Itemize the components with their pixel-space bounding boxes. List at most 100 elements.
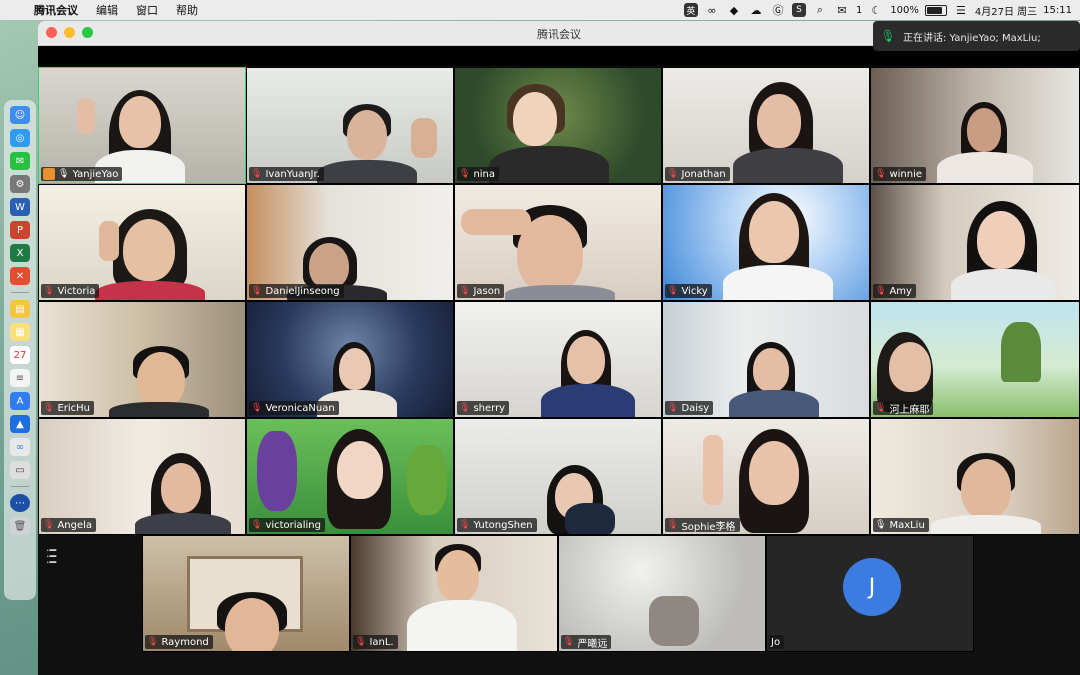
participant-name: MaxLiu — [889, 519, 925, 531]
video-tile[interactable]: 🎙 VeronicaNuan — [246, 301, 454, 418]
participant-name: YutongShen — [473, 519, 533, 531]
participant-label: 🎙 VeronicaNuan — [249, 401, 339, 415]
participant-label: 🎙 IvanYuanJr. — [249, 167, 324, 181]
video-tile[interactable]: 🎙 DanielJinseong — [246, 184, 454, 301]
moon-icon[interactable]: ☾ — [868, 2, 884, 18]
menu-app-name[interactable]: 腾讯会议 — [30, 2, 87, 18]
calendar-icon[interactable]: 27 — [10, 346, 30, 364]
arrow-app-icon[interactable]: ◆ — [726, 2, 742, 18]
meeting-window: 腾讯会议 ·━ ·━ ·━ 🎙 YanjieYao 🎙 IvanYuanJr. 🎙 nin… — [38, 21, 1080, 675]
s-app-icon[interactable]: S — [791, 3, 806, 17]
powerpoint-icon[interactable]: P — [10, 221, 30, 239]
participant-name: winnie — [889, 168, 923, 180]
video-tile[interactable]: 🎙 IanL. — [350, 535, 558, 652]
menu-date[interactable]: 4月27日 周三 — [975, 3, 1037, 18]
video-tile[interactable]: 🎙 victorialing — [246, 418, 454, 535]
participant-name: victorialing — [265, 519, 321, 531]
downloads-icon[interactable]: ⋯ — [10, 494, 30, 512]
video-tile[interactable]: 🎙 Angela — [38, 418, 246, 535]
participant-label: 🎙 IanL. — [353, 635, 398, 649]
safari-icon[interactable]: ◎ — [10, 129, 30, 147]
menu-time[interactable]: 15:11 — [1043, 5, 1072, 16]
input-method-icon[interactable]: 英 — [683, 3, 698, 17]
gallery-menu-icon[interactable]: ·━ ·━ ·━ — [46, 545, 56, 568]
video-tile[interactable]: 🎙 YanjieYao — [38, 67, 246, 184]
grammarly-icon[interactable]: Ⓖ — [770, 2, 786, 18]
translate-icon[interactable]: A — [10, 392, 30, 410]
participant-label: 🎙 Angela — [41, 518, 97, 532]
control-center-icon[interactable]: ☰ — [953, 2, 969, 18]
video-tile[interactable]: 🎙 YutongShen — [454, 418, 662, 535]
mic-icon: 🎙 — [880, 29, 896, 43]
video-tile[interactable]: 🎙 Jonathan — [662, 67, 870, 184]
mic-muted-icon: 🎙 — [459, 520, 471, 530]
participant-label: 🎙 河上麻耶 — [873, 401, 934, 416]
xmind-icon[interactable]: ✕ — [10, 267, 30, 285]
dock-separator-2 — [11, 486, 29, 487]
video-tile[interactable]: 🎙 Amy — [870, 184, 1080, 301]
reminders-icon[interactable]: ≡ — [10, 369, 30, 387]
host-icon — [43, 168, 55, 180]
video-tile[interactable]: 🎙 EricHu — [38, 301, 246, 418]
video-tile[interactable]: 🎙 河上麻耶 — [870, 301, 1080, 418]
participant-name: sherry — [473, 402, 506, 414]
wechat-count: 1 — [855, 4, 863, 16]
video-tile[interactable]: 🎙 MaxLiu — [870, 418, 1080, 535]
baidu-netdisk-icon[interactable]: ∞ — [10, 438, 30, 456]
tencent-meeting-icon[interactable]: ▲ — [10, 415, 30, 433]
participant-name: Jo — [771, 636, 781, 648]
speaking-text: 正在讲话: YanjieYao; MaxLiu; — [903, 32, 1041, 44]
participant-name: nina — [473, 168, 496, 180]
video-tile[interactable]: 🎙 Jason — [454, 184, 662, 301]
video-tile[interactable]: 🎙 Vicky — [662, 184, 870, 301]
participant-name: 严曦远 — [577, 638, 608, 650]
mic-muted-icon: 🎙 — [355, 637, 367, 647]
wechat-icon[interactable]: ✉ — [834, 2, 850, 18]
participant-label: 🎙 Jonathan — [665, 167, 730, 181]
speaking-indicator: 🎙 正在讲话: YanjieYao; MaxLiu; — [873, 21, 1080, 51]
excel-icon[interactable]: X — [10, 244, 30, 262]
video-tile[interactable]: 🎙 Victoria — [38, 184, 246, 301]
stickies-icon[interactable]: ▦ — [10, 323, 30, 341]
status-area: 英 ∞ ◆ ☁ Ⓖ S ⌕ ✉ 1 ☾ 100% ☰ 4月27日 周三 15:1… — [683, 0, 1072, 20]
settings-icon[interactable]: ⚙ — [10, 175, 30, 193]
participant-label: 🎙 sherry — [457, 401, 510, 415]
notes-icon[interactable]: ▤ — [10, 300, 30, 318]
finder-icon[interactable]: ☺ — [10, 106, 30, 124]
participant-name: Daisy — [681, 402, 710, 414]
trash-icon[interactable]: 🗑 — [10, 517, 30, 535]
participant-label: 🎙 严曦远 — [561, 635, 612, 650]
video-tile[interactable]: J Jo — [766, 535, 974, 652]
participant-name: Raymond — [161, 636, 209, 648]
mic-muted-icon: 🎙 — [563, 637, 575, 647]
mic-on-icon: 🎙 — [58, 169, 70, 179]
menu-help[interactable]: 帮助 — [167, 2, 207, 18]
participant-label: 🎙 Raymond — [145, 635, 213, 649]
video-tile[interactable]: 🎙 Raymond — [142, 535, 350, 652]
mic-muted-icon: 🎙 — [459, 169, 471, 179]
video-tile[interactable]: 🎙 Sophie李格 — [662, 418, 870, 535]
wechat-dock-icon[interactable]: ✉ — [10, 152, 30, 170]
search-icon[interactable]: ⌕ — [812, 2, 828, 18]
menu-edit[interactable]: 编辑 — [87, 2, 127, 18]
video-tile[interactable]: 🎙 winnie — [870, 67, 1080, 184]
participant-name: Sophie李格 — [681, 521, 736, 533]
mic-muted-icon: 🎙 — [43, 520, 55, 530]
word-icon[interactable]: W — [10, 198, 30, 216]
mic-muted-icon: 🎙 — [251, 169, 263, 179]
preview-icon[interactable]: ▭ — [10, 461, 30, 479]
participant-avatar: J — [843, 558, 901, 616]
battery-icon[interactable] — [924, 4, 947, 16]
battery-percent: 100% — [890, 4, 919, 16]
mic-muted-icon: 🎙 — [43, 286, 55, 296]
participant-label: 🎙 YanjieYao — [41, 167, 123, 181]
video-tile[interactable]: 🎙 sherry — [454, 301, 662, 418]
participant-name: DanielJinseong — [265, 285, 340, 297]
video-tile[interactable]: 🎙 Daisy — [662, 301, 870, 418]
link-icon[interactable]: ∞ — [704, 2, 720, 18]
cloud-icon[interactable]: ☁ — [748, 2, 764, 18]
video-tile[interactable]: 🎙 严曦远 — [558, 535, 766, 652]
video-tile[interactable]: 🎙 IvanYuanJr. — [246, 67, 454, 184]
menu-window[interactable]: 窗口 — [127, 2, 167, 18]
video-tile[interactable]: 🎙 nina — [454, 67, 662, 184]
